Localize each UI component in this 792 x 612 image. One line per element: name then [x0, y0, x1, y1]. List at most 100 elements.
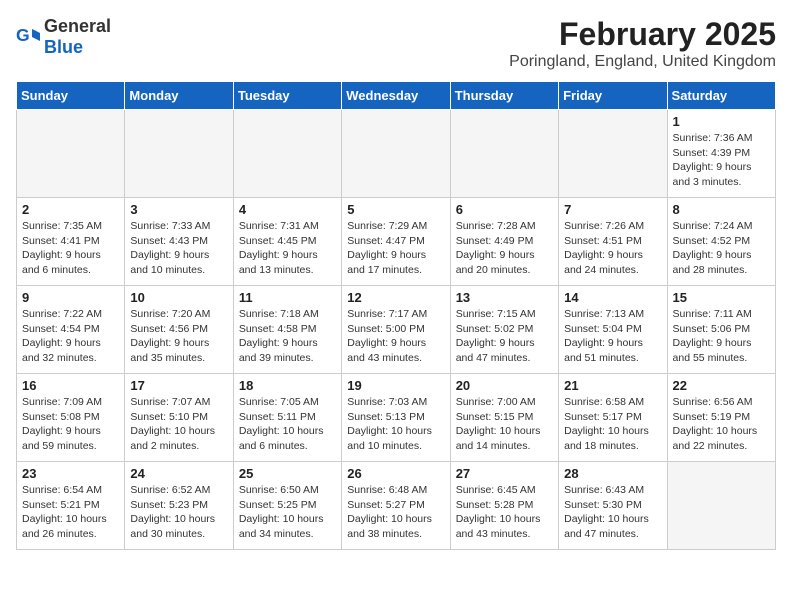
- day-cell-0-5: [559, 110, 667, 198]
- day-info-4-4: Sunrise: 6:45 AM Sunset: 5:28 PM Dayligh…: [456, 483, 553, 542]
- day-number-4-1: 24: [130, 466, 227, 481]
- day-info-4-0: Sunrise: 6:54 AM Sunset: 5:21 PM Dayligh…: [22, 483, 119, 542]
- day-number-2-0: 9: [22, 290, 119, 305]
- day-cell-2-2: 11Sunrise: 7:18 AM Sunset: 4:58 PM Dayli…: [233, 286, 341, 374]
- day-info-0-6: Sunrise: 7:36 AM Sunset: 4:39 PM Dayligh…: [673, 131, 770, 190]
- day-cell-2-4: 13Sunrise: 7:15 AM Sunset: 5:02 PM Dayli…: [450, 286, 558, 374]
- day-cell-4-1: 24 Sunrise: 6:52 AM Sunset: 5:23 PM Dayli…: [125, 462, 233, 550]
- day-info-3-2: Sunrise: 7:05 AM Sunset: 5:11 PM Dayligh…: [239, 395, 336, 454]
- week-row-1: 2 Sunrise: 7:35 AM Sunset: 4:41 PM Daylig…: [17, 198, 776, 286]
- day-info-3-6: Sunrise: 6:56 AM Sunset: 5:19 PM Dayligh…: [673, 395, 770, 454]
- day-cell-1-2: 4 Sunrise: 7:31 AM Sunset: 4:45 PM Daylig…: [233, 198, 341, 286]
- day-cell-1-1: 3 Sunrise: 7:33 AM Sunset: 4:43 PM Daylig…: [125, 198, 233, 286]
- day-info-1-3: Sunrise: 7:29 AM Sunset: 4:47 PM Dayligh…: [347, 219, 444, 278]
- day-cell-3-4: 20 Sunrise: 7:00 AM Sunset: 5:15 PM Dayli…: [450, 374, 558, 462]
- day-cell-4-0: 23 Sunrise: 6:54 AM Sunset: 5:21 PM Dayli…: [17, 462, 125, 550]
- day-info-1-4: Sunrise: 7:28 AM Sunset: 4:49 PM Dayligh…: [456, 219, 553, 278]
- day-cell-0-0: [17, 110, 125, 198]
- calendar-header-row: Sunday Monday Tuesday Wednesday Thursday…: [17, 82, 776, 110]
- day-number-1-2: 4: [239, 202, 336, 217]
- day-cell-0-1: [125, 110, 233, 198]
- day-cell-1-6: 8Sunrise: 7:24 AM Sunset: 4:52 PM Daylig…: [667, 198, 775, 286]
- header-sunday: Sunday: [17, 82, 125, 110]
- day-info-4-1: Sunrise: 6:52 AM Sunset: 5:23 PM Dayligh…: [130, 483, 227, 542]
- day-cell-3-5: 21 Sunrise: 6:58 AM Sunset: 5:17 PM Dayli…: [559, 374, 667, 462]
- day-cell-3-2: 18Sunrise: 7:05 AM Sunset: 5:11 PM Dayli…: [233, 374, 341, 462]
- day-info-2-0: Sunrise: 7:22 AM Sunset: 4:54 PM Dayligh…: [22, 307, 119, 366]
- title-area: February 2025 Poringland, England, Unite…: [509, 16, 776, 71]
- day-cell-0-6: 1 Sunrise: 7:36 AM Sunset: 4:39 PM Daylig…: [667, 110, 775, 198]
- day-cell-4-2: 25 Sunrise: 6:50 AM Sunset: 5:25 PM Dayli…: [233, 462, 341, 550]
- day-number-3-5: 21: [564, 378, 661, 393]
- day-cell-2-0: 9 Sunrise: 7:22 AM Sunset: 4:54 PM Daylig…: [17, 286, 125, 374]
- day-cell-1-4: 6 Sunrise: 7:28 AM Sunset: 4:49 PM Daylig…: [450, 198, 558, 286]
- day-number-1-3: 5: [347, 202, 444, 217]
- day-number-2-3: 12: [347, 290, 444, 305]
- day-number-1-4: 6: [456, 202, 553, 217]
- day-cell-3-1: 17 Sunrise: 7:07 AM Sunset: 5:10 PM Dayli…: [125, 374, 233, 462]
- day-number-4-2: 25: [239, 466, 336, 481]
- day-cell-2-1: 10 Sunrise: 7:20 AM Sunset: 4:56 PM Dayli…: [125, 286, 233, 374]
- day-info-1-5: Sunrise: 7:26 AM Sunset: 4:51 PM Dayligh…: [564, 219, 661, 278]
- day-number-3-0: 16: [22, 378, 119, 393]
- day-cell-4-3: 26 Sunrise: 6:48 AM Sunset: 5:27 PM Dayli…: [342, 462, 450, 550]
- day-info-3-3: Sunrise: 7:03 AM Sunset: 5:13 PM Dayligh…: [347, 395, 444, 454]
- day-info-4-5: Sunrise: 6:43 AM Sunset: 5:30 PM Dayligh…: [564, 483, 661, 542]
- day-number-4-5: 28: [564, 466, 661, 481]
- header-friday: Friday: [559, 82, 667, 110]
- day-cell-3-0: 16 Sunrise: 7:09 AM Sunset: 5:08 PM Dayli…: [17, 374, 125, 462]
- day-info-1-2: Sunrise: 7:31 AM Sunset: 4:45 PM Dayligh…: [239, 219, 336, 278]
- calendar: Sunday Monday Tuesday Wednesday Thursday…: [16, 81, 776, 550]
- day-info-1-1: Sunrise: 7:33 AM Sunset: 4:43 PM Dayligh…: [130, 219, 227, 278]
- day-number-3-1: 17: [130, 378, 227, 393]
- day-cell-0-4: [450, 110, 558, 198]
- day-cell-2-5: 14Sunrise: 7:13 AM Sunset: 5:04 PM Dayli…: [559, 286, 667, 374]
- logo-text-blue: Blue: [44, 37, 83, 57]
- day-info-2-3: Sunrise: 7:17 AM Sunset: 5:00 PM Dayligh…: [347, 307, 444, 366]
- day-info-2-1: Sunrise: 7:20 AM Sunset: 4:56 PM Dayligh…: [130, 307, 227, 366]
- day-info-4-2: Sunrise: 6:50 AM Sunset: 5:25 PM Dayligh…: [239, 483, 336, 542]
- header-thursday: Thursday: [450, 82, 558, 110]
- day-cell-1-3: 5 Sunrise: 7:29 AM Sunset: 4:47 PM Daylig…: [342, 198, 450, 286]
- day-number-1-0: 2: [22, 202, 119, 217]
- day-number-1-5: 7: [564, 202, 661, 217]
- day-cell-0-3: [342, 110, 450, 198]
- day-info-4-3: Sunrise: 6:48 AM Sunset: 5:27 PM Dayligh…: [347, 483, 444, 542]
- week-row-4: 23 Sunrise: 6:54 AM Sunset: 5:21 PM Dayli…: [17, 462, 776, 550]
- day-cell-4-6: [667, 462, 775, 550]
- main-title: February 2025: [509, 16, 776, 53]
- day-number-2-1: 10: [130, 290, 227, 305]
- header-tuesday: Tuesday: [233, 82, 341, 110]
- day-number-3-3: 19: [347, 378, 444, 393]
- logo-text-general: General: [44, 16, 111, 36]
- day-number-4-3: 26: [347, 466, 444, 481]
- day-cell-2-3: 12 Sunrise: 7:17 AM Sunset: 5:00 PM Dayli…: [342, 286, 450, 374]
- header-saturday: Saturday: [667, 82, 775, 110]
- day-cell-2-6: 15Sunrise: 7:11 AM Sunset: 5:06 PM Dayli…: [667, 286, 775, 374]
- day-cell-4-4: 27Sunrise: 6:45 AM Sunset: 5:28 PM Dayli…: [450, 462, 558, 550]
- week-row-3: 16 Sunrise: 7:09 AM Sunset: 5:08 PM Dayli…: [17, 374, 776, 462]
- week-row-0: 1 Sunrise: 7:36 AM Sunset: 4:39 PM Daylig…: [17, 110, 776, 198]
- day-cell-4-5: 28 Sunrise: 6:43 AM Sunset: 5:30 PM Dayli…: [559, 462, 667, 550]
- day-number-2-6: 15: [673, 290, 770, 305]
- day-number-2-5: 14: [564, 290, 661, 305]
- day-number-1-1: 3: [130, 202, 227, 217]
- header-wednesday: Wednesday: [342, 82, 450, 110]
- day-number-0-6: 1: [673, 114, 770, 129]
- day-number-3-4: 20: [456, 378, 553, 393]
- day-cell-0-2: [233, 110, 341, 198]
- day-info-3-0: Sunrise: 7:09 AM Sunset: 5:08 PM Dayligh…: [22, 395, 119, 454]
- day-cell-3-6: 22Sunrise: 6:56 AM Sunset: 5:19 PM Dayli…: [667, 374, 775, 462]
- week-row-2: 9 Sunrise: 7:22 AM Sunset: 4:54 PM Daylig…: [17, 286, 776, 374]
- logo: G General Blue: [16, 16, 111, 58]
- day-cell-1-5: 7 Sunrise: 7:26 AM Sunset: 4:51 PM Daylig…: [559, 198, 667, 286]
- day-info-3-4: Sunrise: 7:00 AM Sunset: 5:15 PM Dayligh…: [456, 395, 553, 454]
- day-info-1-0: Sunrise: 7:35 AM Sunset: 4:41 PM Dayligh…: [22, 219, 119, 278]
- day-number-4-0: 23: [22, 466, 119, 481]
- header: G General Blue February 2025 Poringland,…: [16, 16, 776, 71]
- day-number-1-6: 8: [673, 202, 770, 217]
- day-info-3-1: Sunrise: 7:07 AM Sunset: 5:10 PM Dayligh…: [130, 395, 227, 454]
- svg-text:G: G: [16, 25, 30, 45]
- day-cell-1-0: 2 Sunrise: 7:35 AM Sunset: 4:41 PM Daylig…: [17, 198, 125, 286]
- day-info-3-5: Sunrise: 6:58 AM Sunset: 5:17 PM Dayligh…: [564, 395, 661, 454]
